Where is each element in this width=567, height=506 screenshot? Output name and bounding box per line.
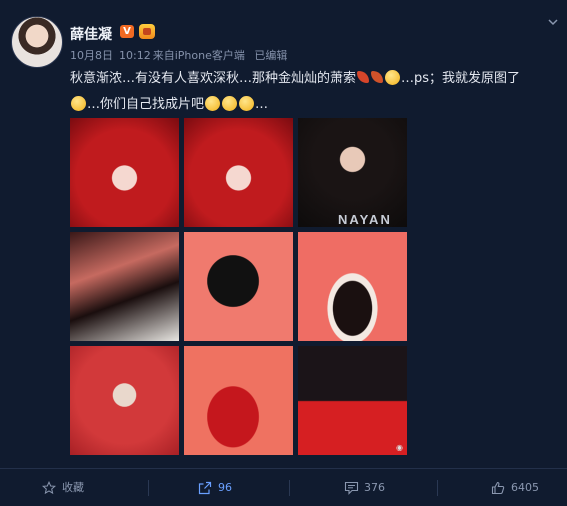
action-separator [289,480,290,496]
grimace-emoji-icon [205,96,221,111]
photo-7[interactable] [70,346,179,455]
photo-1[interactable] [70,118,179,227]
post-text: 秋意渐浓…有没有人喜欢深秋…那种金灿灿的萧索 …ps；我就发原图了 …你们自己找成… [70,66,560,118]
photo-5[interactable] [184,232,293,341]
action-separator [437,480,438,496]
comment-count: 376 [364,481,385,494]
photo-grid: NAYAN ◉ [70,118,407,455]
like-count: 6405 [511,481,539,494]
photo-4[interactable] [70,232,179,341]
maple-leaf-emoji-icon [357,71,370,83]
smile-emoji-icon [71,96,86,111]
verified-badge-icon: V [120,25,134,38]
sunflower-emoji-icon [385,70,401,85]
medal-badge-icon [139,24,155,39]
post-text-line2-end: … [255,97,269,112]
post-text-line2: …你们自己找成片吧 [87,97,205,112]
weibo-post-card: 薛佳凝 V 10月8日 10:12 来自iPhone客户端 已编辑 秋意渐浓…有没有… [0,0,567,506]
star-icon [42,481,56,495]
repost-icon [198,481,212,495]
photo-2[interactable] [184,118,293,227]
photo-9[interactable]: ◉ [298,346,407,455]
post-meta: 10月8日 10:12 来自iPhone客户端 已编辑 [70,47,293,63]
action-separator [148,480,149,496]
chevron-down-icon[interactable] [547,16,559,28]
favorite-button[interactable]: 收藏 [42,470,102,506]
repost-button[interactable]: 96 [198,470,258,506]
weibo-watermark-icon: ◉ [396,443,403,452]
tongue-emoji-icon [239,96,255,111]
author-name[interactable]: 薛佳凝 [70,24,112,44]
repost-count: 96 [218,481,232,494]
post-time[interactable]: 10:12 [119,49,151,62]
avatar[interactable] [11,16,63,68]
post-source: 来自iPhone客户端 [152,49,245,62]
falling-leaf-emoji-icon [371,71,384,83]
action-bar-divider [0,468,567,469]
comment-icon [344,481,359,495]
action-bar: 收藏 96 376 6405 [0,470,567,506]
post-text-line1: 秋意渐浓…有没有人喜欢深秋…那种金灿灿的萧索 [70,71,357,86]
post-text-line1-end: …ps；我就发原图了 [401,71,521,86]
edited-label[interactable]: 已编辑 [254,49,287,62]
photo-watermark: NAYAN [338,212,392,227]
favorite-label: 收藏 [62,481,84,494]
laughing-emoji-icon [222,96,238,111]
photo-8[interactable] [184,346,293,455]
photo-6[interactable] [298,232,407,341]
post-date[interactable]: 10月8日 [70,49,113,62]
comment-button[interactable]: 376 [344,470,404,506]
photo-3[interactable]: NAYAN [298,118,407,227]
thumbs-up-icon [491,481,505,495]
like-button[interactable]: 6405 [491,470,551,506]
